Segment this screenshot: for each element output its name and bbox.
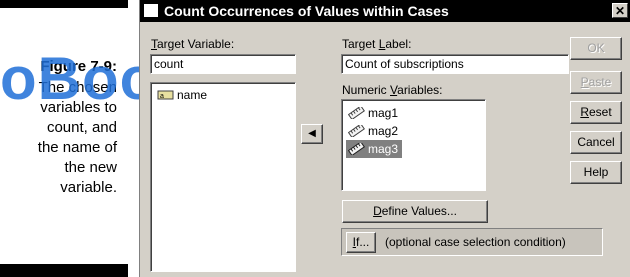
ok-button[interactable]: OK [570,37,622,60]
variable-name: mag3 [368,142,399,156]
define-values-button[interactable]: Define Values... [342,200,488,223]
numeric-variables-list[interactable]: mag1 mag2 mag3 [341,99,486,191]
list-item[interactable]: a name [155,86,211,104]
close-icon: ✕ [614,4,626,18]
paste-button[interactable]: Paste [570,71,622,94]
dialog-title: Count Occurrences of Values within Cases [164,3,449,19]
source-variable-list[interactable]: a name [150,82,296,272]
if-condition-panel: If... (optional case selection condition… [341,228,603,256]
if-button[interactable]: If... [346,232,376,253]
target-variable-label: Target Variable: [151,37,235,51]
caption-line: the new [64,159,117,176]
move-variable-button[interactable]: ◀ [301,124,323,144]
ruler-icon [348,143,365,155]
caption-line: count, and [46,119,117,136]
list-item[interactable]: mag2 [346,122,402,140]
ruler-icon [348,125,365,137]
caption-bottom-bar [0,264,128,277]
target-label-label: Target Label: [342,37,412,51]
window-icon [144,4,158,17]
svg-text:a: a [160,93,164,100]
caption-top-bar [0,0,128,8]
numeric-variables-label: Numeric Variables: [342,83,443,97]
reset-button[interactable]: Reset [570,101,622,124]
cancel-button[interactable]: Cancel [570,131,622,154]
list-item-selected[interactable]: mag3 [346,140,403,158]
help-button[interactable]: Help [570,161,622,184]
ruler-icon [348,107,365,119]
if-condition-text: (optional case selection condition) [385,235,566,249]
caption-line: the name of [37,139,117,156]
variable-name: mag2 [368,124,399,138]
target-label-input[interactable]: Count of subscriptions [341,54,569,74]
variable-name: name [177,88,208,102]
arrow-left-icon: ◀ [308,128,316,139]
close-button[interactable]: ✕ [612,3,628,18]
string-variable-icon: a [157,90,174,100]
variable-name: mag1 [368,106,399,120]
caption-line: variable. [60,179,117,196]
list-item[interactable]: mag1 [346,104,402,122]
title-bar[interactable]: Count Occurrences of Values within Cases… [140,0,630,22]
count-occurrences-dialog: Count Occurrences of Values within Cases… [139,0,630,277]
target-variable-input[interactable]: count [150,54,296,74]
